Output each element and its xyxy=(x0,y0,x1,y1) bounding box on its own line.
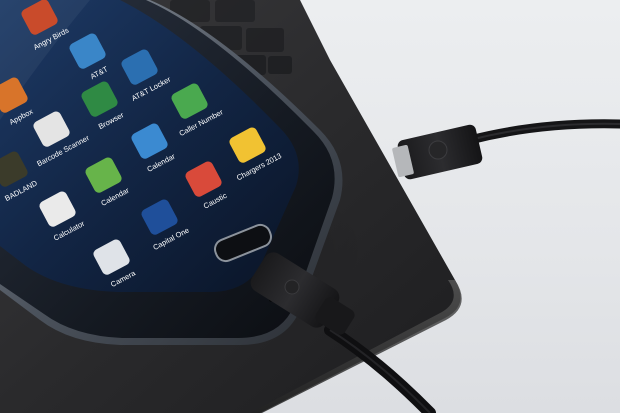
usb-cable-laptop xyxy=(392,119,620,180)
photo-scene: Angry Birds AT&T AT&T Locker Appbox Barcode … xyxy=(0,0,620,413)
photo-illustration: Angry BirdsAT&TAT&T LockerAppboxBarcode … xyxy=(0,0,620,413)
